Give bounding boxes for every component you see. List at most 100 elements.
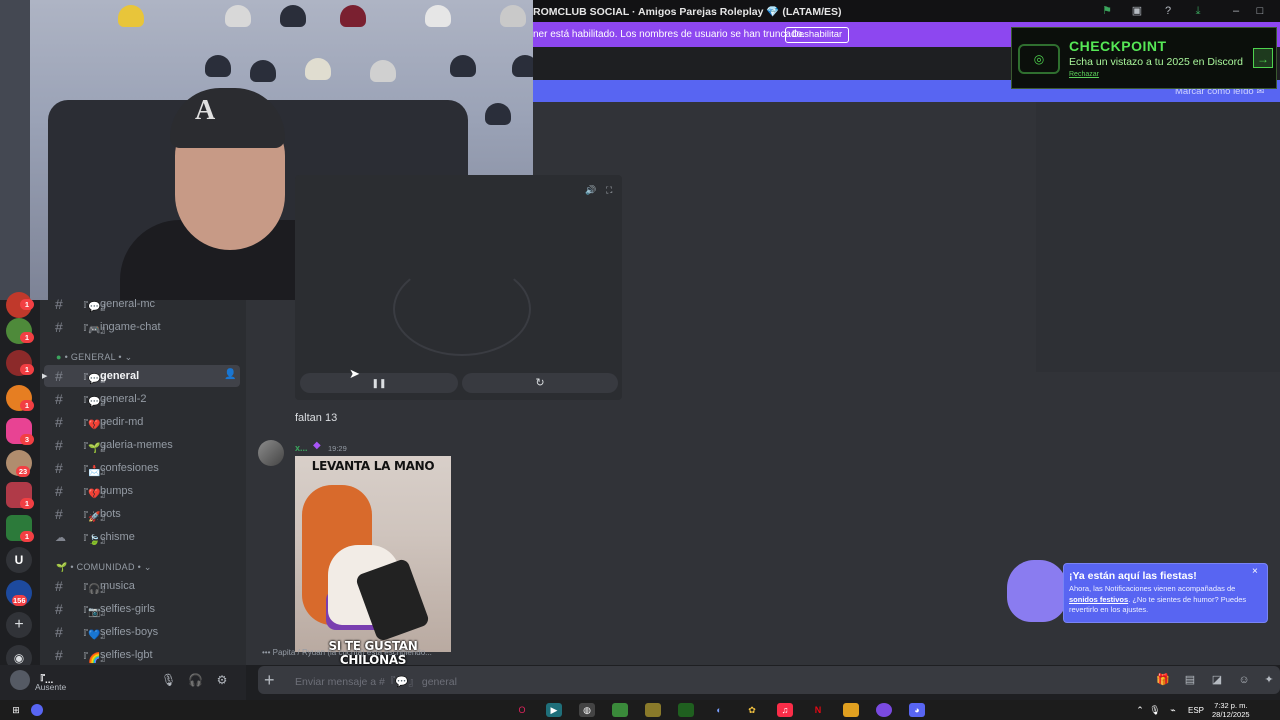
server-badge: 1 bbox=[20, 332, 34, 343]
input-language[interactable]: ESP bbox=[1188, 706, 1204, 715]
app-icon[interactable]: ▶ bbox=[546, 703, 562, 717]
checkpoint-title: CHECKPOINT bbox=[1069, 38, 1167, 54]
flag-icon[interactable]: ⚑ bbox=[1100, 4, 1114, 18]
tray-chevron-icon[interactable]: ⌃ bbox=[1132, 703, 1148, 717]
server-badge: 156 bbox=[12, 595, 27, 606]
chevron-down-icon: ⌄ bbox=[124, 352, 133, 362]
message-author[interactable]: x... bbox=[295, 443, 308, 453]
channel-chisme[interactable]: ☁ 『🍃』 chisme bbox=[40, 526, 246, 548]
category-comunidad[interactable]: 🌱 • COMUNIDAD • ⌄ bbox=[56, 562, 152, 573]
message-timestamp: 19:29 bbox=[328, 444, 347, 453]
channel-ingame-chat[interactable]: # 『🎮』 ingame-chat bbox=[40, 316, 246, 338]
tray-mic-icon[interactable]: 🎙 bbox=[1147, 703, 1163, 717]
typing-dots-icon: ••• bbox=[262, 648, 271, 657]
channel-name: selfies-girls bbox=[100, 603, 156, 615]
channel-galeria-memes[interactable]: # 『🌱』 galeria-memes bbox=[40, 434, 246, 456]
replay-button[interactable]: ↻ bbox=[462, 373, 618, 393]
forum-icon: ☁ bbox=[55, 532, 66, 544]
taskbar-clock[interactable]: 7:32 p. m. 28/12/2025 bbox=[1212, 701, 1250, 719]
app-icon[interactable] bbox=[876, 703, 892, 717]
app-icon[interactable]: ✿ bbox=[744, 703, 760, 717]
channel-general-mc[interactable]: # 『💬』 general-mc bbox=[40, 293, 246, 315]
channel-selfies-boys[interactable]: # 『💙』 selfies-boys bbox=[40, 621, 246, 643]
channel-name: galeria-memes bbox=[100, 439, 173, 451]
chrome-icon[interactable]: ◍ bbox=[579, 703, 595, 717]
gift-icon[interactable]: 🎁 bbox=[1156, 673, 1170, 687]
channel-musica[interactable]: # 『🎧』 musica bbox=[40, 575, 246, 597]
channel-general-2[interactable]: # 『💬』 general-2 bbox=[40, 388, 246, 410]
window-title: ROMCLUB SOCIAL · Amigos Parejas Roleplay… bbox=[533, 6, 842, 18]
hash-icon: # bbox=[55, 437, 63, 453]
opera-icon[interactable]: O bbox=[514, 703, 530, 717]
wall-cap bbox=[425, 5, 451, 27]
wall-cap bbox=[500, 5, 526, 27]
screen-share-icon[interactable]: ▣ bbox=[1130, 4, 1144, 18]
discord-tray-icon[interactable] bbox=[31, 704, 43, 716]
channel-confesiones[interactable]: # 『📩』 confesiones bbox=[40, 457, 246, 479]
channel-general[interactable]: # 『💬』 general 👤 bbox=[44, 365, 240, 387]
message-input[interactable]: Enviar mensaje a #『💬』 general bbox=[295, 674, 457, 689]
help-icon[interactable]: ? bbox=[1161, 4, 1175, 18]
checkpoint-reject-link[interactable]: Rechazar bbox=[1069, 71, 1099, 78]
emoji-icon[interactable]: ☺ bbox=[1237, 673, 1251, 687]
wall-cap bbox=[485, 103, 511, 125]
netflix-icon[interactable]: N bbox=[810, 703, 826, 717]
pause-button[interactable]: ❚❚ bbox=[300, 373, 458, 393]
minimize-icon[interactable]: – bbox=[1229, 4, 1243, 18]
toast-body: Ahora, las Notificaciones vienen acompañ… bbox=[1069, 584, 1247, 614]
message-avatar[interactable] bbox=[258, 440, 284, 466]
toast-link[interactable]: sonidos festivos bbox=[1069, 595, 1128, 604]
download-icon[interactable]: ⤓ bbox=[1191, 4, 1205, 18]
folder-icon[interactable] bbox=[843, 703, 859, 717]
add-member-icon[interactable]: 👤 bbox=[224, 369, 236, 380]
settings-gear-icon[interactable]: ⚙ bbox=[215, 673, 229, 687]
fullscreen-icon[interactable]: ⛶ bbox=[606, 185, 612, 196]
channel-pedir-md[interactable]: # 『💔』 pedir-md bbox=[40, 411, 246, 433]
maximize-icon[interactable]: □ bbox=[1253, 4, 1267, 18]
tray-network-icon[interactable]: ⌁ bbox=[1165, 703, 1181, 717]
apps-icon[interactable]: ✦ bbox=[1262, 673, 1276, 687]
windows-start-icon[interactable]: ⊞ bbox=[8, 703, 24, 717]
sprout-icon: 🌱 bbox=[56, 562, 68, 572]
channel-name: general-2 bbox=[100, 393, 147, 405]
close-icon[interactable]: × bbox=[1252, 566, 1258, 577]
gif-icon[interactable]: ▤ bbox=[1183, 673, 1197, 687]
channel-selfies-lgbt[interactable]: # 『🌈』 selfies-lgbt bbox=[40, 644, 246, 666]
channel-selfies-girls[interactable]: # 『📷』 selfies-girls bbox=[40, 598, 246, 620]
hash-icon: # bbox=[55, 460, 63, 476]
channel-bots[interactable]: # 『🚀』 bots bbox=[40, 503, 246, 525]
category-general[interactable]: ● • GENERAL • ⌄ bbox=[56, 352, 133, 363]
channel-name: general bbox=[100, 370, 140, 382]
channel-name: selfies-boys bbox=[100, 626, 159, 638]
wall-cap bbox=[512, 55, 533, 77]
channel-name: bumps bbox=[100, 485, 134, 497]
mascot-icon bbox=[1007, 560, 1067, 622]
sticker-icon[interactable]: ◪ bbox=[1210, 673, 1224, 687]
hash-icon: # bbox=[55, 319, 63, 335]
volume-icon[interactable]: 🔊 bbox=[585, 185, 596, 196]
app-icon[interactable]: ◐ bbox=[711, 703, 727, 717]
channel-name: bots bbox=[100, 508, 121, 520]
attach-plus-icon[interactable]: + bbox=[264, 670, 275, 691]
role-icon: ◆ bbox=[313, 440, 321, 451]
server-icon[interactable]: U bbox=[6, 547, 32, 573]
disable-button[interactable]: Deshabilitar bbox=[785, 27, 850, 43]
checkpoint-arrow-button[interactable]: → bbox=[1253, 48, 1273, 68]
chevron-down-icon: ⌄ bbox=[143, 562, 152, 572]
music-icon[interactable]: ♫ bbox=[777, 703, 793, 717]
server-badge: 1 bbox=[20, 364, 34, 375]
game-icon[interactable] bbox=[645, 703, 661, 717]
avatar[interactable] bbox=[10, 670, 30, 690]
channel-bumps[interactable]: # 『💔』 bumps bbox=[40, 480, 246, 502]
add-server-icon[interactable]: + bbox=[6, 612, 32, 638]
typing-indicator: ••• Papita / Ryuan (la cucrita) está esc… bbox=[262, 648, 432, 657]
discord-icon[interactable]: ◕ bbox=[909, 703, 925, 717]
minecraft-icon[interactable] bbox=[612, 703, 628, 717]
microphone-icon[interactable]: 🎙 bbox=[161, 673, 176, 687]
hash-icon: # bbox=[55, 624, 63, 640]
taskbar bbox=[0, 700, 1280, 720]
gif-caption-top: LEVANTA LA MANO bbox=[311, 459, 435, 473]
channel-name: ingame-chat bbox=[100, 321, 161, 333]
nvidia-icon[interactable] bbox=[678, 703, 694, 717]
headphones-icon[interactable]: 🎧 bbox=[188, 673, 203, 687]
